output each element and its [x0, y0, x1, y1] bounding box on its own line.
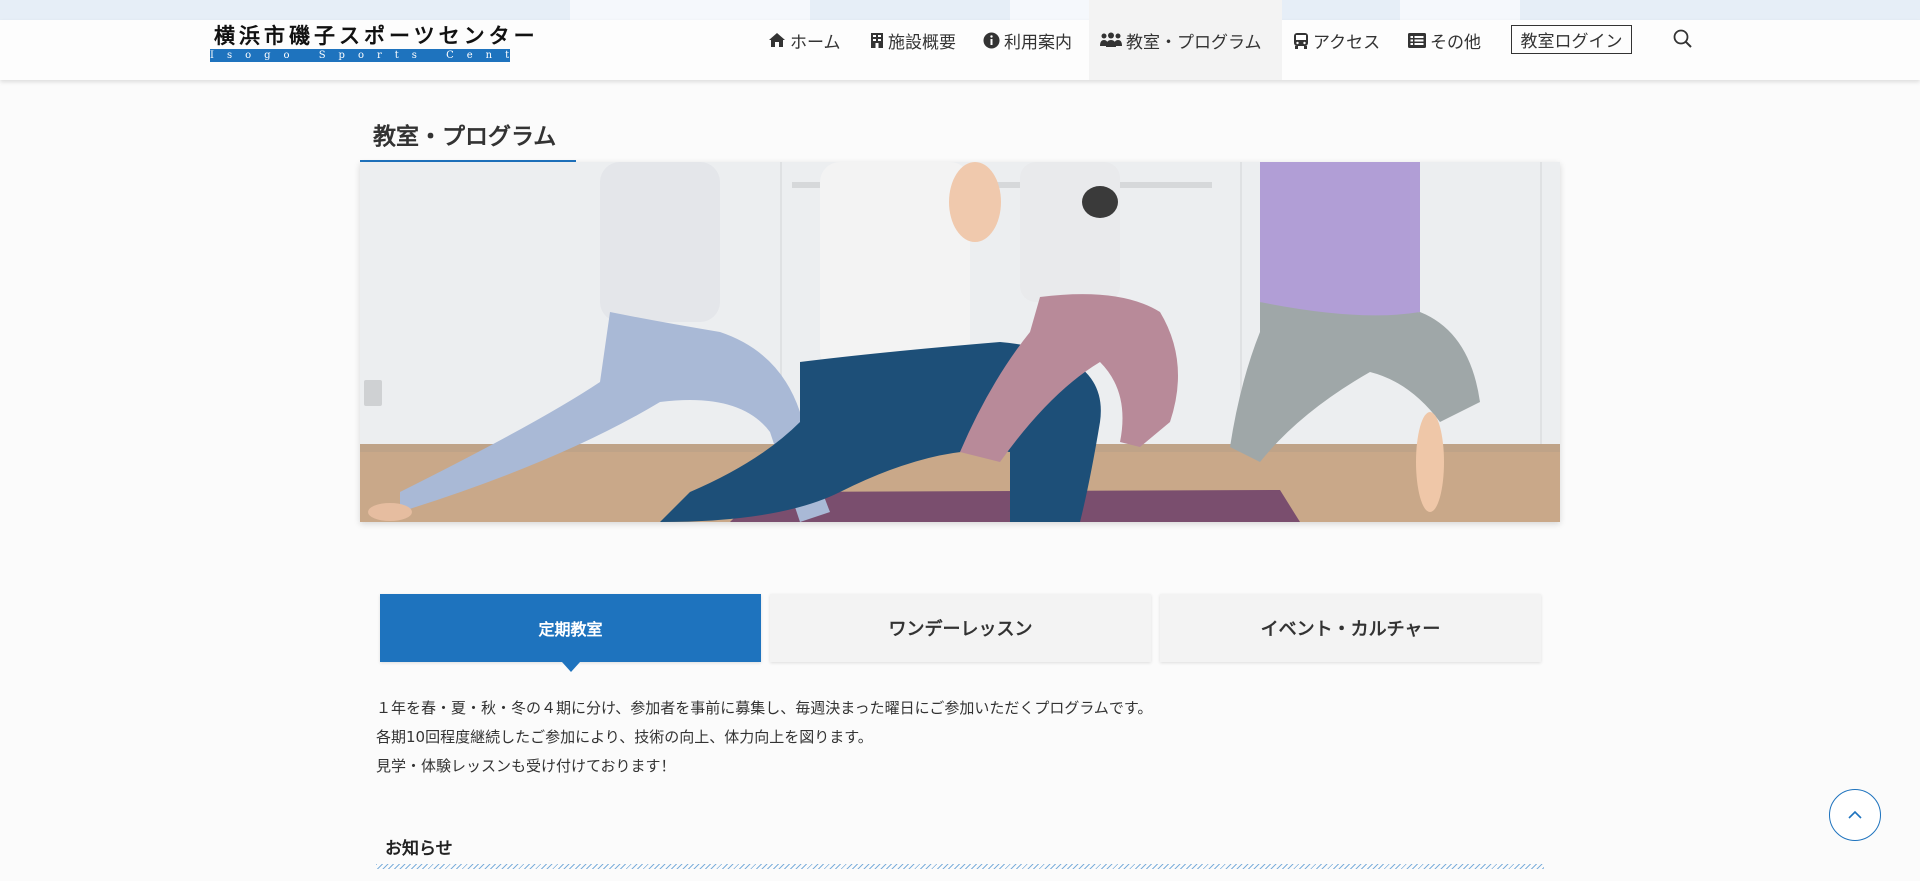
top-strip-segment [1010, 0, 1090, 20]
nav-item-access[interactable]: アクセス [1293, 20, 1380, 60]
back-to-top-button[interactable] [1829, 789, 1881, 841]
search-button[interactable] [1672, 28, 1694, 50]
info-icon [983, 32, 1000, 48]
nav-item-programs[interactable]: 教室・プログラム [1100, 20, 1262, 60]
nav-item-label: 利用案内 [1004, 32, 1072, 53]
nav-item-label: 教室・プログラム [1126, 32, 1262, 53]
top-strip-segment [570, 0, 810, 20]
nav-item-other[interactable]: その他 [1408, 20, 1481, 60]
tab-one-day-lesson[interactable]: ワンデーレッスン [770, 594, 1151, 662]
chevron-up-icon [1848, 810, 1862, 819]
building-icon [871, 32, 883, 48]
nav-item-label: アクセス [1313, 32, 1381, 53]
class-login-button[interactable]: 教室ログイン [1511, 25, 1632, 54]
yoga-class-photo [360, 162, 1560, 522]
bus-icon [1294, 32, 1308, 49]
page-title: 教室・プログラム [373, 124, 557, 150]
users-icon [1100, 32, 1122, 47]
description-line: 各期10回程度継続したご参加により、技術の向上、体力向上を図ります。 [376, 728, 873, 746]
description-line: 見学・体験レッスンも受け付けております！ [376, 757, 676, 775]
site-header: 横浜市磯子スポーツセンター Isogo Sports Center ホーム 施設… [0, 0, 1920, 80]
nav-item-label: 施設概要 [888, 32, 956, 53]
nav-item-home[interactable]: ホーム [768, 20, 841, 60]
home-icon [769, 33, 785, 47]
tab-events-culture[interactable]: イベント・カルチャー [1160, 594, 1541, 662]
list-icon [1408, 32, 1426, 48]
nav-item-label: その他 [1430, 32, 1481, 53]
top-accent-strip [0, 0, 1920, 20]
notice-divider [376, 864, 1544, 869]
notice-heading: お知らせ [385, 839, 453, 859]
nav-item-facility[interactable]: 施設概要 [870, 20, 956, 60]
page-title-block: 教室・プログラム [360, 116, 576, 162]
description-line: １年を春・夏・秋・冬の４期に分け、参加者を事前に募集し、毎週決まった曜日にご参加… [376, 699, 1153, 717]
hero-image [360, 162, 1560, 522]
nav-item-label: ホーム [790, 32, 841, 53]
tab-regular-classes[interactable]: 定期教室 [380, 594, 761, 672]
main-nav: ホーム 施設概要 利用案内 教室・プログラム アクセス その他 教室ログイン [0, 0, 1920, 80]
program-tabs: 定期教室 ワンデーレッスン イベント・カルチャー [380, 594, 1541, 672]
nav-item-guide[interactable]: 利用案内 [983, 20, 1072, 60]
program-description: １年を春・夏・秋・冬の４期に分け、参加者を事前に募集し、毎週決まった曜日にご参加… [376, 694, 1376, 781]
search-icon [1673, 29, 1692, 48]
top-strip-segment [1400, 0, 1520, 20]
